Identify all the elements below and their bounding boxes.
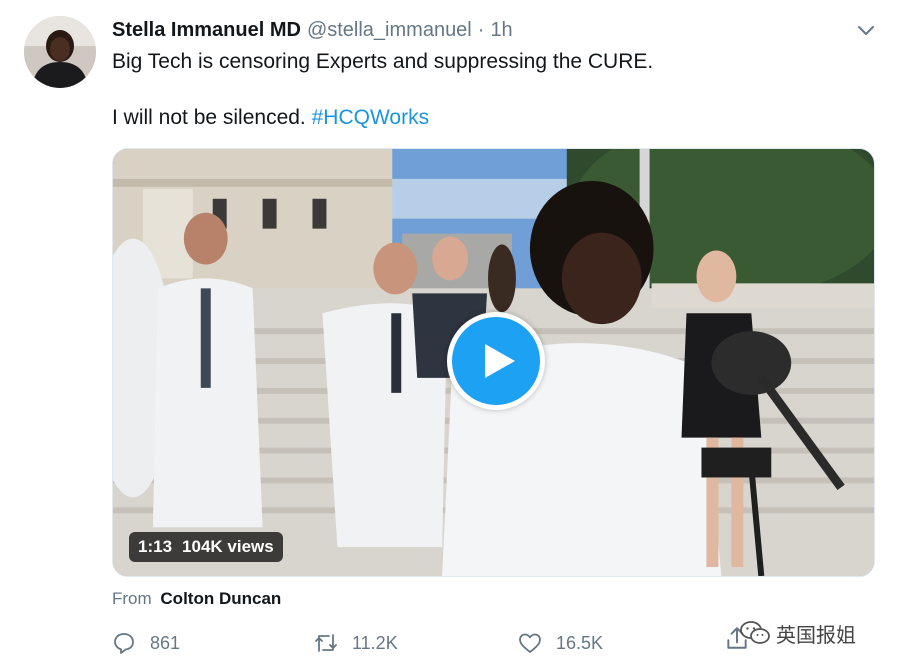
chevron-down-icon[interactable] [856,20,876,40]
tweet-header: Stella Immanuel MD @stella_immanuel · 1h [112,16,513,44]
video-meta-badge: 1:13 104K views [129,532,283,562]
reply-icon [114,633,134,654]
attribution-source-link[interactable]: Colton Duncan [160,589,281,608]
like-count: 16.5K [556,632,604,653]
watermark: 英国报姐 [740,618,856,648]
like-button[interactable]: 16.5K [518,625,603,661]
attribution-prefix: From [112,589,152,608]
tweet-text-line2: I will not be silenced. #HCQWorks [112,104,429,132]
tweet-actions: 861 11.2K 16.5K [112,625,752,661]
timestamp[interactable]: 1h [490,19,512,42]
reply-count: 861 [150,632,181,653]
reply-button[interactable]: 861 [112,625,180,661]
tweet-text-line1: Big Tech is censoring Experts and suppre… [112,50,654,73]
video-duration: 1:13 [138,537,173,556]
retweet-count: 11.2K [352,632,398,653]
video-attribution: From Colton Duncan [112,589,281,609]
avatar-image [24,16,96,88]
watermark-text: 英国报姐 [776,624,856,647]
wechat-icon [740,621,770,644]
video-player[interactable]: 1:13 104K views [112,148,875,577]
play-icon [485,344,515,378]
hashtag-link[interactable]: #HCQWorks [312,106,429,129]
video-views: 104K views [182,537,274,556]
tweet-text-body: I will not be silenced. [112,106,306,129]
play-button[interactable] [447,312,545,410]
like-icon [519,633,541,653]
author-name[interactable]: Stella Immanuel MD [112,19,301,42]
separator: · [477,18,485,41]
retweet-icon [315,634,337,652]
retweet-button[interactable]: 11.2K [314,625,398,661]
author-handle[interactable]: @stella_immanuel [307,19,472,42]
avatar[interactable] [24,16,96,88]
